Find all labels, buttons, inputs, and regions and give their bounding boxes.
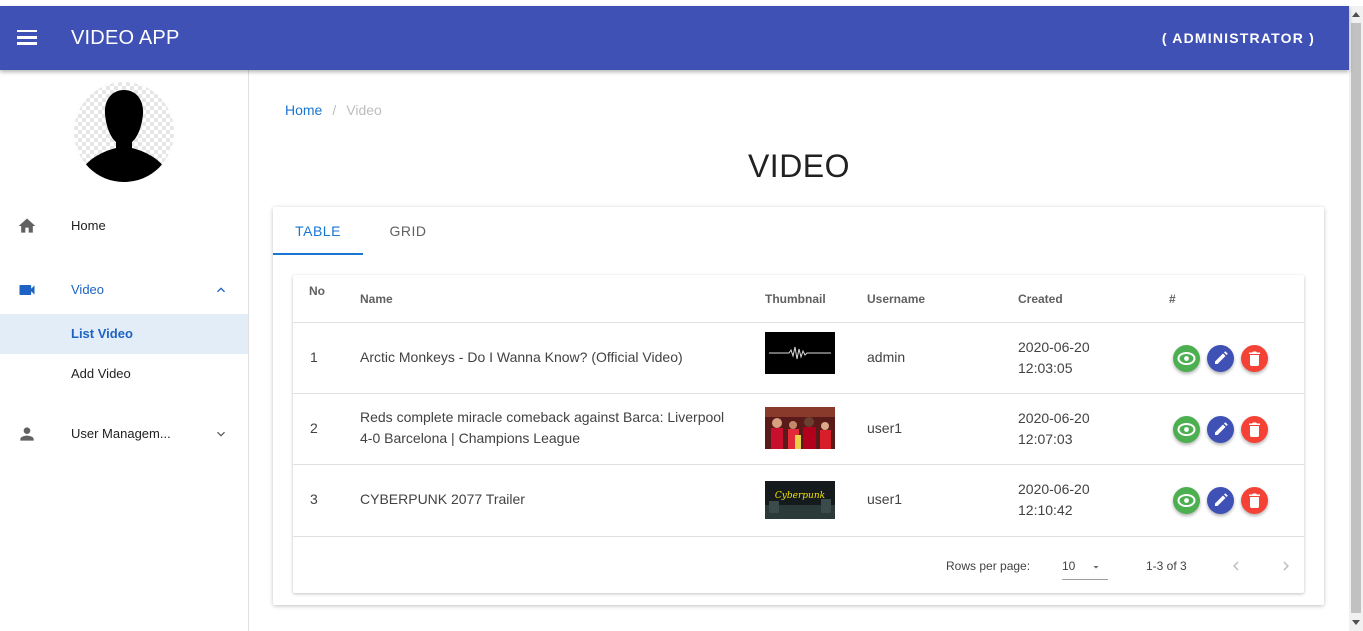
sidebar-item-user-management[interactable]: User Managem... [0,414,248,454]
tab-grid[interactable]: GRID [363,207,453,255]
next-page-icon[interactable] [1277,557,1295,575]
view-button[interactable] [1173,345,1200,372]
vertical-scrollbar[interactable] [1349,6,1363,631]
soundwave-thumbnail-icon [769,346,831,360]
video-thumbnail[interactable] [765,332,835,374]
breadcrumb-home-link[interactable]: Home [285,102,322,118]
video-name: CYBERPUNK 2077 Trailer [360,491,525,507]
delete-button[interactable] [1241,345,1268,372]
eye-icon [1177,423,1196,436]
breadcrumb: Home / Video [285,102,382,118]
sidebar-item-label: Video [71,282,105,297]
view-button[interactable] [1173,487,1200,514]
scroll-down-arrow-icon[interactable] [1352,620,1360,625]
sidebar-item-label: Home [71,218,106,233]
delete-button[interactable] [1241,416,1268,443]
rows-per-page-label: Rows per page: [946,559,1031,573]
sidebar-subitem-list-video[interactable]: List Video [0,314,248,354]
person-icon [20,427,34,441]
sidebar-item-home[interactable]: Home [0,206,248,246]
row-number: 3 [310,491,318,507]
edit-button[interactable] [1207,345,1234,372]
tab-table[interactable]: TABLE [273,207,363,255]
chevron-up-icon [217,287,225,293]
username: user1 [867,420,903,436]
breadcrumb-separator: / [332,102,337,118]
video-thumbnail[interactable] [765,407,835,449]
avatar [74,82,174,182]
previous-page-icon[interactable] [1227,557,1245,575]
rows-per-page-select[interactable]: 10 [1062,552,1108,580]
pencil-icon [1215,493,1228,506]
menu-icon[interactable] [14,26,40,50]
sidebar-subitem-label: Add Video [71,366,131,381]
sidebar-item-label: User Managem... [71,426,171,441]
trash-icon [1249,493,1260,508]
table-row: 2 Reds complete miracle comeback against… [293,393,1304,464]
video-card: TABLE GRID No Name Thumbnail Username Cr… [273,207,1324,605]
view-button[interactable] [1173,416,1200,443]
breadcrumb-current: Video [346,102,382,118]
user-role-button[interactable]: ( ADMINISTRATOR ) [1162,30,1315,46]
eye-icon [1177,494,1196,507]
cyberpunk-thumbnail-icon: Cyberpunk [765,481,835,519]
pencil-icon [1215,351,1228,364]
pencil-icon [1215,422,1228,435]
sidebar: Home Video List Video Add Video User Man… [0,70,249,631]
pagination-range: 1-3 of 3 [1146,559,1187,573]
page-title: VIDEO [747,148,851,184]
app-bar: VIDEO APP ( ADMINISTRATOR ) [0,6,1349,70]
football-thumbnail-icon [765,407,835,449]
scrollbar-thumb[interactable] [1351,23,1361,613]
created-date: 2020-06-20 [1018,481,1090,497]
scroll-up-arrow-icon[interactable] [1352,12,1360,17]
username: admin [867,349,906,365]
eye-icon [1177,352,1196,365]
video-name: Arctic Monkeys - Do I Wanna Know? (Offic… [360,349,683,365]
created-date: 2020-06-20 [1018,410,1090,426]
chevron-down-icon [217,431,225,437]
created-time: 12:10:42 [1018,502,1073,518]
trash-icon [1249,422,1260,437]
delete-button[interactable] [1241,487,1268,514]
videocam-icon [19,285,35,295]
edit-button[interactable] [1207,487,1234,514]
video-table: No Name Thumbnail Username Created # 1 A… [293,275,1304,593]
person-silhouette-icon [82,90,166,182]
edit-button[interactable] [1207,416,1234,443]
created-time: 12:07:03 [1018,431,1073,447]
row-number: 2 [310,420,318,436]
created-time: 12:03:05 [1018,360,1073,376]
dropdown-arrow-icon [1093,566,1099,569]
sidebar-subitem-label: List Video [71,326,133,341]
table-row: 1 Arctic Monkeys - Do I Wanna Know? (Off… [293,322,1304,393]
app-title: VIDEO APP [71,27,180,49]
row-number: 1 [310,349,318,365]
trash-icon [1249,351,1260,366]
video-name-line-2: 4-0 Barcelona | Champions League [360,430,581,446]
sidebar-item-video[interactable]: Video [0,270,248,310]
sidebar-subitem-add-video[interactable]: Add Video [0,354,248,394]
username: user1 [867,491,903,507]
rows-per-page-value: 10 [1062,559,1076,573]
created-date: 2020-06-20 [1018,339,1090,355]
video-name-line-1: Reds complete miracle comeback against B… [360,409,725,425]
table-pagination: Rows per page: 10 1-3 of 3 [293,536,1304,593]
table-row: 3 CYBERPUNK 2077 Trailer Cyberpunk user1… [293,464,1304,535]
home-icon [18,218,36,233]
cyberpunk-logo-text: Cyberpunk [775,491,825,501]
video-thumbnail[interactable]: Cyberpunk [765,481,835,519]
